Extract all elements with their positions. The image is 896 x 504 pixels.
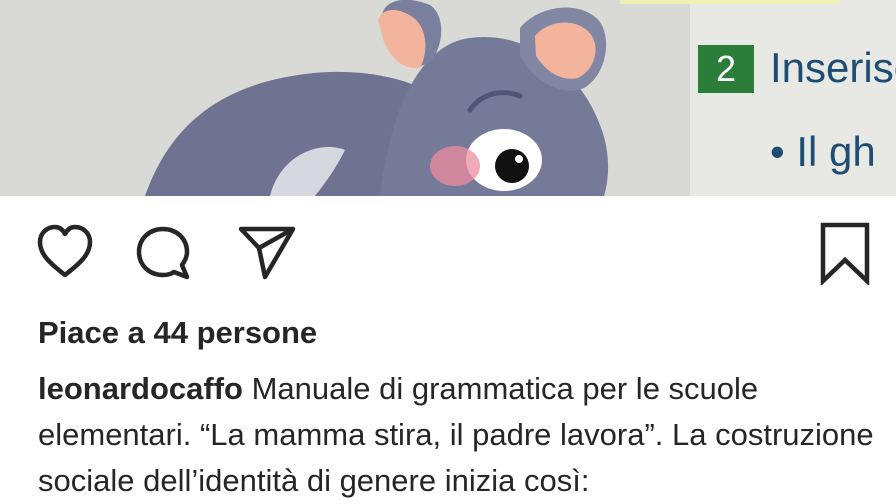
post-caption: leonardocaffo Manuale di grammatica per … bbox=[38, 366, 878, 504]
comment-icon-graphic bbox=[136, 226, 190, 280]
post-actions bbox=[0, 196, 896, 314]
bookmark-icon[interactable] bbox=[810, 218, 880, 288]
instagram-post: 2 Inserisc • Il gh Piace a 44 persone bbox=[0, 0, 896, 504]
heart-icon-graphic bbox=[37, 224, 93, 278]
post-caption-area: Piace a 44 persone leonardocaffo Manuale… bbox=[38, 314, 878, 504]
bookmark-icon-graphic bbox=[820, 222, 870, 285]
send-icon[interactable] bbox=[232, 218, 302, 288]
username-link[interactable]: leonardocaffo bbox=[38, 371, 243, 406]
heart-icon[interactable] bbox=[30, 218, 100, 288]
comment-icon[interactable] bbox=[128, 218, 198, 288]
book-exercise-number: 2 bbox=[698, 45, 754, 93]
post-image[interactable]: 2 Inserisc • Il gh bbox=[0, 0, 896, 196]
book-instruction-text: Inserisc bbox=[770, 44, 896, 91]
likes-count-text[interactable]: Piace a 44 persone bbox=[38, 314, 878, 352]
book-bullet-text: • Il gh bbox=[770, 128, 876, 175]
send-icon-graphic bbox=[238, 226, 296, 280]
book-highlight bbox=[620, 0, 840, 4]
